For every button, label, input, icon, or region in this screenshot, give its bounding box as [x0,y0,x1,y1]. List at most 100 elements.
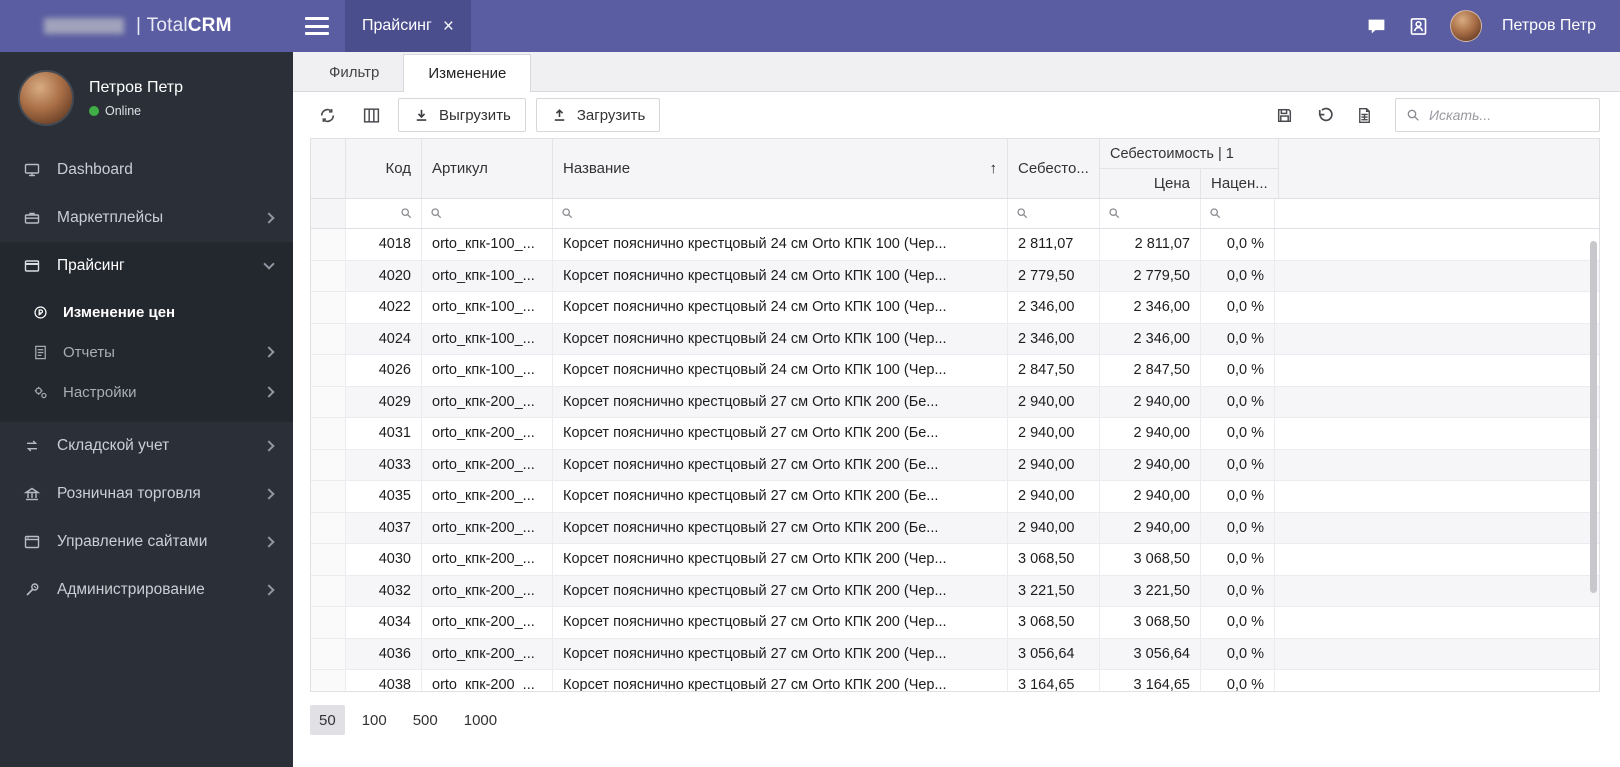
column-header-price[interactable]: Цена [1100,169,1201,198]
row-selector-cell[interactable] [311,607,346,638]
sidebar-item-settings[interactable]: Настройки [0,372,293,412]
filter-search-icon [401,208,412,219]
sidebar-item-dashboard[interactable]: Dashboard [0,146,293,194]
tab-change[interactable]: Изменение [403,54,532,92]
filter-markup[interactable] [1201,199,1275,228]
row-selector-cell[interactable] [311,638,346,669]
brand-total: Total [146,15,188,36]
row-selector-cell[interactable] [311,355,346,386]
cell-price: 2 811,07 [1100,229,1201,260]
row-selector-cell[interactable] [311,292,346,323]
table-row[interactable]: 4037 orto_кпк-200_... Корсет пояснично кре… [311,512,1599,544]
page-size-option[interactable]: 500 [404,705,447,735]
cell-code: 4033 [346,449,422,480]
online-status-label: Online [105,103,142,118]
column-header-article[interactable]: Артикул [422,139,553,198]
vertical-scrollbar[interactable] [1590,241,1597,593]
tab-filter[interactable]: Фильтр [305,54,403,91]
user-avatar[interactable] [1449,10,1482,42]
cell-code: 4030 [346,544,422,575]
brand-pipe: | [136,15,142,36]
cell-cost: 2 940,00 [1008,418,1100,449]
row-selector-cell[interactable] [311,670,346,691]
column-header-name[interactable]: Название ↑ [553,139,1008,198]
row-selector-cell[interactable] [311,544,346,575]
save-button[interactable] [1267,98,1301,132]
grid-filter-row [311,199,1599,229]
row-selector-cell[interactable] [311,449,346,480]
row-selector-cell[interactable] [311,512,346,543]
sidebar-item-administration[interactable]: Администрирование [0,566,293,614]
chevron-right-icon [263,440,275,452]
row-selector-cell[interactable] [311,260,346,291]
row-selector-cell[interactable] [311,229,346,260]
filter-price[interactable] [1100,199,1201,228]
cell-price: 2 847,50 [1100,355,1201,386]
sort-ascending-icon[interactable]: ↑ [990,160,998,177]
sidebar-item-sites[interactable]: Управление сайтами [0,518,293,566]
sidebar-item-price-changes[interactable]: Изменение цен [0,292,293,332]
sidebar-item-reports[interactable]: Отчеты [0,332,293,372]
close-tab-icon[interactable]: × [443,17,454,36]
table-row[interactable]: 4033 orto_кпк-200_... Корсет пояснично кре… [311,449,1599,481]
column-header-markup[interactable]: Нацен... [1201,169,1279,198]
cell-article: orto_кпк-200_... [422,638,553,669]
refresh-button[interactable] [310,98,344,132]
row-selector-cell[interactable] [311,323,346,354]
filter-code[interactable] [346,199,422,228]
column-group-header[interactable]: Себестоимость | 1 [1100,139,1279,169]
cell-cost: 3 221,50 [1008,575,1100,606]
filter-article[interactable] [422,199,553,228]
sidebar-item-pricing[interactable]: Прайсинг [0,242,293,290]
search-input[interactable] [1429,107,1589,123]
brand-name: | TotalCRM [136,15,232,37]
columns-button[interactable] [354,98,388,132]
page-size-option[interactable]: 50 [310,705,345,735]
table-row[interactable]: 4034 orto_кпк-200_... Корсет пояснично кре… [311,607,1599,639]
wrench-icon [22,581,42,599]
table-row[interactable]: 4035 orto_кпк-200_... Корсет пояснично кре… [311,481,1599,513]
menu-toggle-button[interactable] [305,17,329,35]
cell-markup: 0,0 % [1201,575,1275,606]
table-row[interactable]: 4029 orto_кпк-200_... Корсет пояснично кре… [311,386,1599,418]
filter-cost[interactable] [1008,199,1100,228]
cell-name: Корсет пояснично крестцовый 27 см Orto К… [553,544,1008,575]
cell-markup: 0,0 % [1201,607,1275,638]
undo-button[interactable] [1307,98,1341,132]
column-header-cost[interactable]: Себесто... [1008,139,1100,198]
table-row[interactable]: 4030 orto_кпк-200_... Корсет пояснично кре… [311,544,1599,576]
filter-name[interactable] [553,199,1008,228]
sidebar-item-marketplaces[interactable]: Маркетплейсы [0,194,293,242]
table-row[interactable]: 4020 orto_кпк-100_... Корсет пояснично кре… [311,260,1599,292]
xlsx-export-icon[interactable] [1347,98,1381,132]
row-selector-cell[interactable] [311,575,346,606]
table-row[interactable]: 4022 orto_кпк-100_... Корсет пояснично кре… [311,292,1599,324]
cell-article: orto_кпк-200_... [422,418,553,449]
page-size-option[interactable]: 100 [353,705,396,735]
sidebar-item-warehouse[interactable]: Складской учет [0,422,293,470]
page-size-option[interactable]: 1000 [455,705,506,735]
row-selector-cell[interactable] [311,418,346,449]
sidebar-item-retail[interactable]: Розничная торговля [0,470,293,518]
table-row[interactable]: 4031 orto_кпк-200_... Корсет пояснично кре… [311,418,1599,450]
messages-icon[interactable] [1366,15,1388,37]
row-selector-cell[interactable] [311,481,346,512]
chevron-right-icon [263,488,275,500]
gears-icon [30,384,50,401]
row-selector-cell[interactable] [311,386,346,417]
table-row[interactable]: 4024 orto_кпк-100_... Корсет пояснично кре… [311,323,1599,355]
table-row[interactable]: 4018 orto_кпк-100_... Корсет пояснично кре… [311,229,1599,261]
export-button[interactable]: Выгрузить [398,98,526,132]
table-row[interactable]: 4032 orto_кпк-200_... Корсет пояснично кре… [311,575,1599,607]
header-tab-pricing[interactable]: Прайсинг × [345,0,471,52]
sidebar-item-label: Dashboard [57,161,133,178]
column-header-code[interactable]: Код [346,139,422,198]
sidebar-avatar[interactable] [18,70,74,126]
import-button[interactable]: Загрузить [535,98,661,132]
table-row[interactable]: 4036 orto_кпк-200_... Корсет пояснично кре… [311,638,1599,670]
user-name[interactable]: Петров Петр [1502,17,1596,35]
filter-selector-cell [311,199,346,228]
contacts-icon[interactable] [1408,15,1430,37]
table-row[interactable]: 4026 orto_кпк-100_... Корсет пояснично кре… [311,355,1599,387]
table-row[interactable]: 4038 orto_кпк-200_... Корсет пояснично кре… [311,670,1599,691]
